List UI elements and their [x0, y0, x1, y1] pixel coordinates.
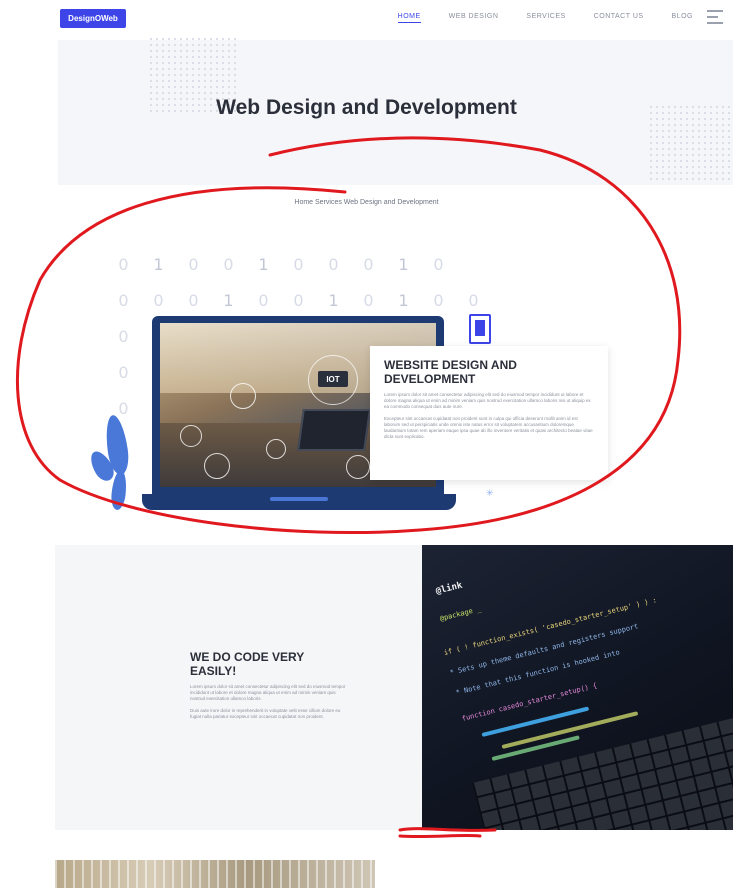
binary-digit: 1: [258, 255, 269, 274]
network-icon: [204, 453, 230, 479]
signal-icon: [346, 455, 370, 479]
binary-digit: 0: [433, 255, 444, 274]
card-paragraph: Excepteur sint occaecat cupidatat non pr…: [384, 416, 593, 439]
nav-item-services[interactable]: SERVICES: [526, 13, 565, 23]
binary-digit: 0: [118, 291, 129, 310]
code-line: @package _: [439, 604, 482, 623]
phone-icon: [469, 314, 491, 344]
sparkle-icon: ✳: [486, 488, 494, 498]
binary-digit: 0: [188, 255, 199, 274]
code-section-paragraph: Lorem ipsum dolor sit amet consectetur a…: [190, 684, 346, 701]
binary-row: 0 1 0 0 1 0 0 0 1 0: [118, 255, 479, 291]
nav-item-blog[interactable]: BLOG: [672, 13, 693, 23]
main-nav: HOME WEB DESIGN SERVICES CONTACT US BLOG: [397, 13, 693, 23]
code-section-paragraph: Duis aute irure dolor in reprehenderit i…: [190, 708, 341, 719]
nav-item-home[interactable]: HOME: [397, 13, 421, 23]
laptop-trackpad: [270, 497, 328, 501]
code-section-text: WE DO CODE VERY EASILY! Lorem ipsum dolo…: [190, 650, 350, 720]
card-title: WEBSITE DESIGN AND DEVELOPMENT: [384, 358, 517, 386]
binary-digit: 1: [153, 255, 164, 274]
card-paragraph: Lorem ipsum dolor sit amet consectetur a…: [384, 392, 591, 409]
binary-digit: 0: [293, 255, 304, 274]
nav-item-contact-us[interactable]: CONTACT US: [594, 13, 644, 23]
breadcrumb: Home Services Web Design and Development: [294, 199, 439, 206]
binary-digit: 0: [223, 255, 234, 274]
menu-icon[interactable]: [707, 10, 723, 24]
binary-digit: 0: [118, 363, 129, 382]
site-logo[interactable]: DesignOWeb: [60, 9, 126, 28]
page-title: Web Design and Development: [216, 96, 517, 119]
cloud-icon: [230, 383, 256, 409]
binary-digit: 0: [363, 255, 374, 274]
site-header: DesignOWeb HOME WEB DESIGN SERVICES CONT…: [0, 0, 733, 40]
binary-digit: 0: [118, 327, 129, 346]
service-card: WEBSITE DESIGN AND DEVELOPMENT Lorem ips…: [370, 346, 608, 480]
desk-laptop-icon: [297, 409, 371, 451]
binary-digit: 1: [398, 255, 409, 274]
gear-icon: [266, 439, 286, 459]
binary-digit: 0: [328, 255, 339, 274]
office-photo: [55, 860, 375, 888]
nav-item-web-design[interactable]: WEB DESIGN: [449, 13, 499, 23]
code-section-title: WE DO CODE VERY EASILY!: [190, 650, 305, 678]
code-line: @link: [434, 580, 464, 597]
code-screen-image: @link @package _ if ( ! function_exists(…: [422, 545, 733, 830]
lock-icon: [180, 425, 202, 447]
binary-digit: 0: [118, 255, 129, 274]
iot-badge: IOT: [318, 371, 348, 387]
